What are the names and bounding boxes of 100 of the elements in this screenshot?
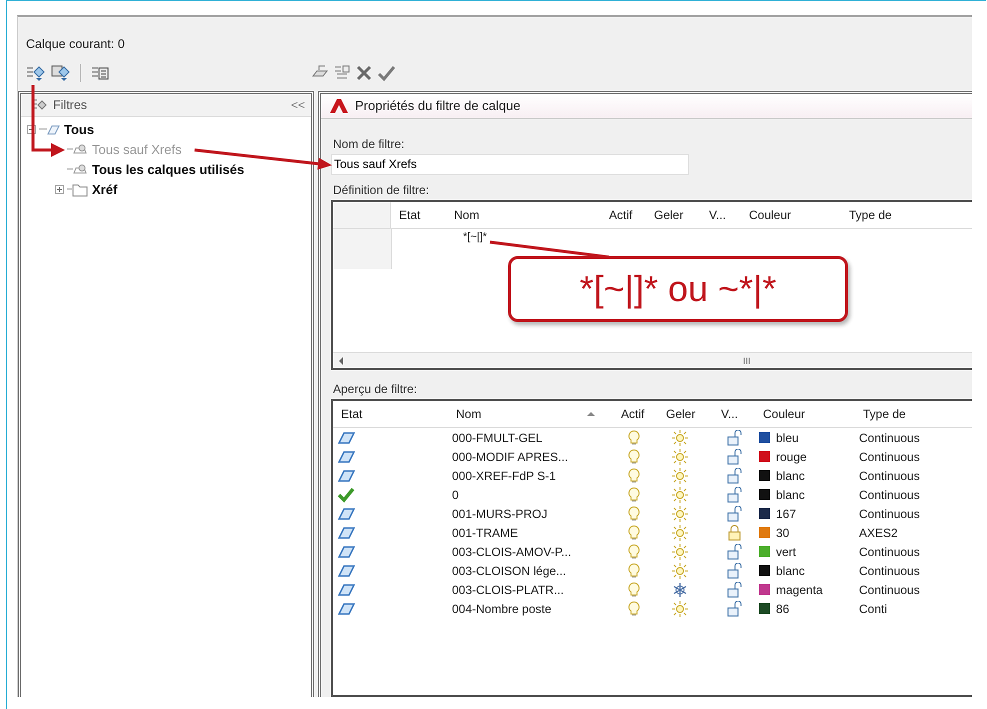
layer-name: 004-Nombre poste [452, 602, 552, 616]
color-swatch[interactable] [759, 527, 770, 538]
sun-icon[interactable] [672, 448, 688, 465]
layer-name: 001-MURS-PROJ [452, 506, 548, 521]
unlocked-icon[interactable] [727, 448, 742, 465]
current-layer-label: Calque courant: 0 [25, 36, 126, 53]
expand-toggle[interactable] [55, 184, 64, 194]
unlocked-icon[interactable] [727, 468, 742, 484]
linetype-name: Continuous [859, 430, 920, 445]
color-name: blanc [776, 564, 805, 578]
column-header[interactable]: Type de [841, 202, 931, 228]
unlocked-icon[interactable] [727, 506, 742, 522]
bulb-icon[interactable] [627, 429, 641, 446]
tree-item[interactable]: Tous [62, 122, 94, 136]
bulb-icon[interactable] [627, 467, 641, 484]
bulb-icon[interactable] [627, 524, 641, 542]
linetype-name: Continuous [859, 544, 920, 559]
color-name: blanc [776, 488, 805, 502]
dialog-title: Propriétés du filtre de calque [355, 98, 520, 114]
unlocked-icon[interactable] [727, 562, 742, 579]
color-name: 86 [776, 602, 790, 616]
tree-item[interactable]: Xréf [90, 182, 118, 196]
horizontal-scrollbar[interactable]: III [333, 352, 972, 368]
collapse-button[interactable]: << [288, 98, 307, 112]
unlocked-icon[interactable] [727, 582, 742, 598]
unlocked-icon[interactable] [727, 486, 742, 503]
sun-icon[interactable] [672, 524, 688, 541]
sun-icon[interactable] [672, 506, 688, 522]
sun-icon[interactable] [672, 600, 688, 617]
color-name: rouge [776, 450, 807, 464]
layer-name: 000-FMULT-GEL [452, 430, 542, 445]
color-name: 30 [776, 526, 790, 540]
sun-icon[interactable] [672, 562, 688, 579]
color-swatch[interactable] [759, 546, 770, 558]
panel-title: Filtres [53, 98, 88, 112]
unlocked-icon[interactable] [727, 600, 742, 617]
confirm-icon[interactable] [377, 64, 395, 82]
color-swatch[interactable] [759, 508, 770, 520]
column-header[interactable]: Nom [448, 401, 613, 428]
app-logo-icon [329, 98, 349, 114]
bulb-icon[interactable] [627, 543, 641, 560]
color-swatch[interactable] [759, 603, 770, 614]
color-name: blanc [776, 468, 805, 483]
linetype-name: Conti [859, 602, 888, 616]
column-header[interactable]: Actif [613, 401, 658, 428]
column-header[interactable]: Actif [601, 202, 646, 228]
sun-icon[interactable] [672, 486, 688, 503]
linetype-name: Continuous [859, 506, 920, 521]
color-swatch[interactable] [759, 451, 770, 462]
bulb-icon[interactable] [627, 600, 641, 618]
bulb-icon[interactable] [627, 505, 641, 522]
tree-item[interactable]: Tous les calques utilisés [90, 162, 244, 176]
sun-icon[interactable] [672, 468, 688, 484]
bulb-icon[interactable] [627, 486, 641, 504]
section-label: Définition de filtre: [332, 182, 430, 200]
column-header[interactable]: Type de [855, 401, 945, 428]
linetype-name: Continuous [859, 564, 920, 578]
color-name: bleu [776, 430, 799, 445]
scroll-grip[interactable]: III [743, 356, 751, 366]
color-swatch[interactable] [759, 584, 770, 596]
bulb-icon[interactable] [627, 448, 641, 466]
section-label: Aperçu de filtre: [332, 381, 418, 398]
color-swatch[interactable] [759, 432, 770, 444]
linetype-name: AXES2 [859, 526, 898, 540]
color-swatch[interactable] [759, 489, 770, 500]
column-header[interactable]: Couleur [755, 401, 855, 428]
column-header[interactable]: V... [713, 401, 755, 428]
new-filter-icon[interactable] [26, 64, 45, 82]
layer-name: 003-CLOIS-AMOV-P... [452, 544, 572, 559]
unlocked-icon[interactable] [727, 544, 742, 560]
column-header[interactable]: V... [701, 202, 741, 228]
color-name: 167 [776, 506, 796, 521]
column-header[interactable]: Couleur [741, 202, 841, 228]
table-cell-text: *[~|]* [462, 230, 487, 246]
collapse-toggle[interactable] [27, 124, 36, 134]
unlocked-icon[interactable] [727, 430, 742, 446]
linetype-name: Continuous [859, 450, 920, 464]
color-swatch[interactable] [759, 470, 770, 482]
bulb-icon[interactable] [627, 562, 641, 580]
column-header[interactable]: Etat [391, 202, 446, 228]
linetype-name: Continuous [859, 582, 920, 597]
column-header[interactable]: Etat [333, 401, 448, 428]
column-header[interactable]: Geler [646, 202, 701, 228]
callout-text: *[~|]* ou ~*|* [508, 256, 848, 322]
sun-icon[interactable] [672, 544, 688, 560]
delete-icon[interactable] [355, 64, 373, 82]
group-filter-icon[interactable] [51, 64, 70, 82]
field-label: Nom de filtre: [332, 136, 406, 153]
layer-name: 001-TRAME [452, 526, 518, 540]
color-name: magenta [776, 582, 823, 597]
column-header[interactable]: Geler [658, 401, 713, 428]
column-header[interactable]: Nom [446, 202, 601, 228]
snowflake-icon[interactable] [672, 582, 688, 598]
bulb-icon[interactable] [627, 581, 641, 598]
color-swatch[interactable] [759, 565, 770, 576]
layer-name: 000-MODIF APRES... [452, 450, 568, 464]
lock-icon[interactable] [727, 524, 742, 541]
sun-icon[interactable] [672, 430, 688, 446]
filter-name-field[interactable]: Tous sauf Xrefs [331, 154, 689, 176]
layer-name: 003-CLOIS-PLATR... [452, 582, 564, 597]
